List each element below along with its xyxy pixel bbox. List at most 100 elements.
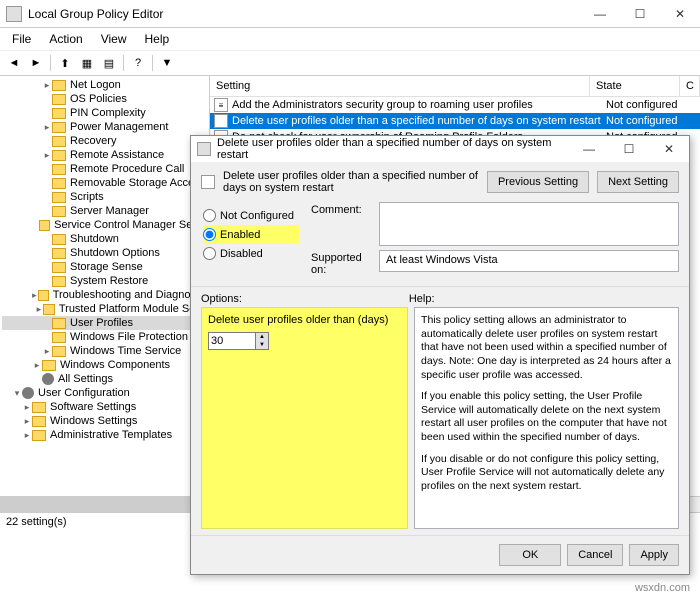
filter-button[interactable]: ▼ [157,53,177,73]
ok-button[interactable]: OK [499,544,561,566]
tree-panel[interactable]: ▸Net LogonOS PoliciesPIN Complexity▸Powe… [0,76,210,496]
folder-icon [52,108,66,119]
cancel-button[interactable]: Cancel [567,544,623,566]
show-hide-tree-button[interactable]: ▦ [77,53,97,73]
app-icon [6,6,22,22]
previous-setting-button[interactable]: Previous Setting [487,171,589,193]
folder-icon [38,290,49,301]
folder-icon [52,248,66,259]
tree-item[interactable]: Shutdown [2,232,207,246]
up-button[interactable]: ⬆ [55,53,75,73]
dialog-title: Delete user profiles older than a specif… [217,137,569,161]
comment-label: Comment: [311,202,371,246]
tree-item[interactable]: ▸Windows Settings [2,414,207,428]
dialog-maximize-button[interactable]: ☐ [609,135,649,163]
folder-icon [52,262,66,273]
col-setting[interactable]: Setting [210,76,590,96]
tree-item[interactable]: ▸Trusted Platform Module Servi [2,302,207,316]
tree-item[interactable]: System Restore [2,274,207,288]
help-button[interactable]: ? [128,53,148,73]
folder-icon [52,234,66,245]
menu-action[interactable]: Action [41,30,90,48]
list-row[interactable]: ≡Delete user profiles older than a speci… [210,113,700,129]
setting-icon [201,175,215,189]
next-setting-button[interactable]: Next Setting [597,171,679,193]
tree-item[interactable]: Removable Storage Access [2,176,207,190]
radio-enabled[interactable]: Enabled [203,225,299,244]
supported-label: Supported on: [311,250,371,276]
tree-item[interactable]: ▸Software Settings [2,400,207,414]
tree-item[interactable]: PIN Complexity [2,106,207,120]
tree-item[interactable]: ▸Administrative Templates [2,428,207,442]
setting-icon: ≡ [214,114,228,128]
cog-icon [42,373,54,385]
menu-help[interactable]: Help [137,30,178,48]
comment-textarea[interactable] [379,202,679,246]
back-button[interactable]: ◄ [4,53,24,73]
help-label: Help: [409,293,679,305]
tree-item[interactable]: ▸Troubleshooting and Diagnostic [2,288,207,302]
tree-item[interactable]: Shutdown Options [2,246,207,260]
col-c[interactable]: C [680,76,700,96]
minimize-button[interactable]: — [580,0,620,28]
menu-bar: File Action View Help [0,28,700,50]
tree-item[interactable]: ▸Remote Assistance [2,148,207,162]
setting-icon: ≡ [214,98,228,112]
folder-icon [52,276,66,287]
tree-item[interactable]: ▸Windows Time Service [2,344,207,358]
setting-title: Delete user profiles older than a specif… [223,170,479,194]
list-row[interactable]: ≡Add the Administrators security group t… [210,97,700,113]
dialog-title-bar: Delete user profiles older than a specif… [191,136,689,162]
tree-item[interactable]: ▸Net Logon [2,78,207,92]
tree-item[interactable]: Storage Sense [2,260,207,274]
radio-disabled[interactable]: Disabled [203,244,299,263]
folder-icon [52,178,66,189]
close-button[interactable]: ✕ [660,0,700,28]
toolbar: ◄ ► ⬆ ▦ ▤ ? ▼ [0,50,700,76]
spin-down-button[interactable]: ▼ [256,341,268,349]
window-title: Local Group Policy Editor [28,7,580,21]
tree-item[interactable]: User Profiles [2,316,207,330]
export-list-button[interactable]: ▤ [99,53,119,73]
tree-item[interactable]: ▾User Configuration [2,386,207,400]
spin-up-button[interactable]: ▲ [256,333,268,341]
tree-item[interactable]: OS Policies [2,92,207,106]
help-p1: This policy setting allows an administra… [421,314,672,382]
tree-item[interactable]: ▸Windows Components [2,358,207,372]
col-state[interactable]: State [590,76,680,96]
tree-item[interactable]: Remote Procedure Call [2,162,207,176]
maximize-button[interactable]: ☐ [620,0,660,28]
policy-dialog: Delete user profiles older than a specif… [190,135,690,575]
tree-item[interactable]: Service Control Manager Settin [2,218,207,232]
watermark: wsxdn.com [635,582,690,594]
option-text: Delete user profiles older than (days) [208,314,401,326]
menu-file[interactable]: File [4,30,39,48]
tree-item[interactable]: Recovery [2,134,207,148]
supported-value: At least Windows Vista [379,250,679,272]
list-header[interactable]: Setting State C [210,76,700,97]
folder-icon [52,136,66,147]
tree-item[interactable]: All Settings [2,372,207,386]
menu-view[interactable]: View [93,30,135,48]
folder-icon [52,80,66,91]
dialog-icon [197,142,211,156]
tree-item[interactable]: Windows File Protection [2,330,207,344]
help-panel[interactable]: This policy setting allows an administra… [414,307,679,529]
folder-icon [52,192,66,203]
radio-not-configured[interactable]: Not Configured [203,206,299,225]
dialog-minimize-button[interactable]: — [569,135,609,163]
dialog-close-button[interactable]: ✕ [649,135,689,163]
apply-button[interactable]: Apply [629,544,679,566]
tree-item[interactable]: Scripts [2,190,207,204]
folder-icon [52,206,66,217]
tree-item[interactable]: ▸Power Management [2,120,207,134]
tree-item[interactable]: Server Manager [2,204,207,218]
folder-icon [52,94,66,105]
folder-icon [52,346,66,357]
help-p3: If you disable or do not configure this … [421,453,672,494]
state-radio-group: Not Configured Enabled Disabled [191,202,311,286]
days-input[interactable] [208,332,256,350]
forward-button[interactable]: ► [26,53,46,73]
folder-icon [52,164,66,175]
folder-icon [43,304,55,315]
